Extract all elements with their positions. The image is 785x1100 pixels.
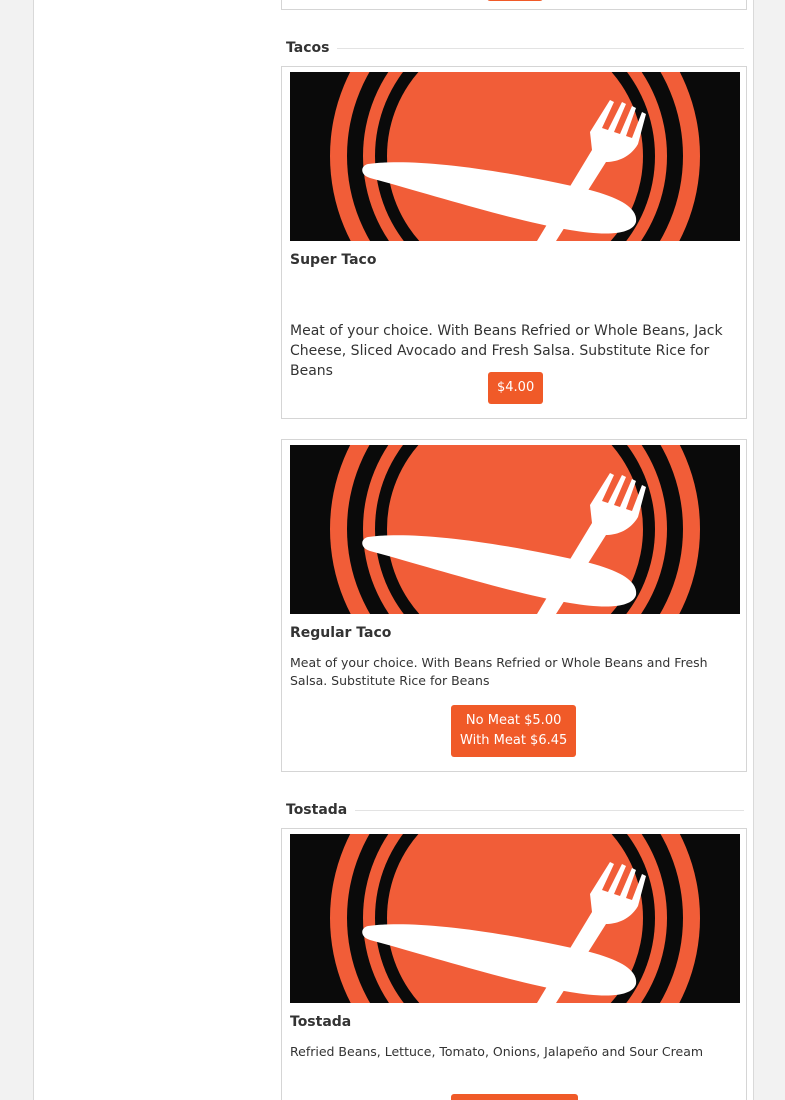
price-button[interactable]: No Meat $5.00 With Meat $6.45 [451,705,577,757]
item-description: Meat of your choice. With Beans Refried … [290,655,708,688]
price-option-no-meat: No Meat $5.00 [465,713,562,728]
menu-page: Tacos Super Taco Meat of your choice. Wi… [0,0,785,1100]
section-title: Tacos [286,37,338,59]
menu-item-card-regular-taco: Regular Taco Meat of your choice. With B… [281,439,747,772]
section-title: Tostada [286,799,356,821]
item-name: Super Taco [290,252,377,268]
previous-item-price-button-edge[interactable] [487,0,543,1]
plate-fork-knife-icon [290,834,740,1003]
section-divider [286,48,744,49]
item-name: Regular Taco [290,625,392,641]
item-name: Tostada [290,1014,352,1030]
previous-item-card [281,0,747,10]
price-option-with-meat: With Meat $6.45 [460,733,568,748]
price-button[interactable] [451,1094,578,1100]
menu-item-card-tostada: Tostada Refried Beans, Lettuce, Tomato, … [281,828,747,1100]
plate-fork-knife-icon [290,72,740,241]
plate-fork-knife-icon [290,445,740,614]
price-label: $4.00 [497,380,535,395]
item-description: Refried Beans, Lettuce, Tomato, Onions, … [290,1044,704,1059]
price-button[interactable]: $4.00 [488,372,544,404]
section-header-tostada: Tostada [286,799,744,821]
section-header-tacos: Tacos [286,37,744,59]
menu-item-card-super-taco: Super Taco Meat of your choice. With Bea… [281,66,747,419]
